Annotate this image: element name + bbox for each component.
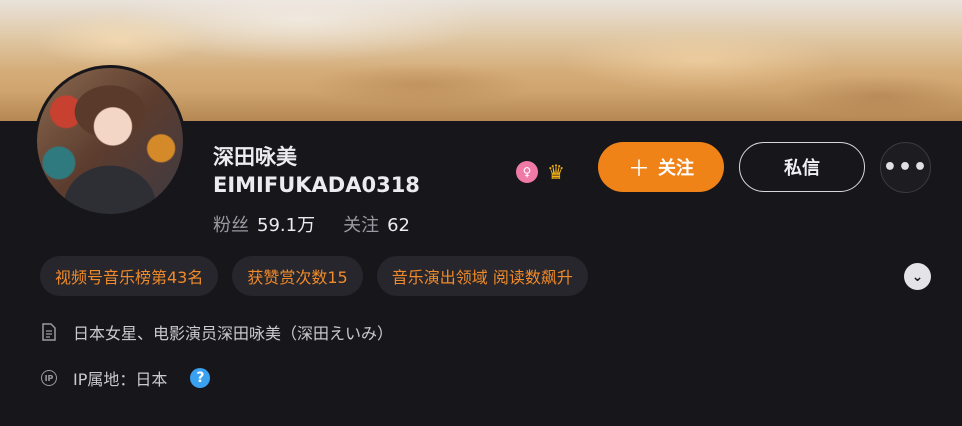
expand-chevron-icon[interactable]: ⌄ [904,263,931,290]
ip-location-text: IP属地：日本 [73,370,168,389]
fans-label: 粉丝 [213,215,249,236]
follow-button[interactable]: ＋ 关注 [598,142,724,192]
ip-location-icon: IP [40,369,58,387]
follow-label: 关注 [658,158,694,179]
profile-name: 深田咏美 EIMIFUKADA0318 [213,143,513,199]
message-label: 私信 [784,158,820,179]
more-button[interactable]: ••• [880,142,931,193]
help-question-icon[interactable]: ? [190,368,211,388]
more-dots-icon: ••• [882,155,929,180]
crown-badge-icon[interactable]: ♛ [545,160,567,184]
tag-reads-soaring[interactable]: 音乐演出领域 阅读数飙升 [376,256,588,296]
profile-name-line2: EIMIFUKADA0318 [213,173,420,197]
tag-appreciation-count[interactable]: 获赞赏次数15 [232,256,363,296]
profile-stats: 粉丝 59.1万 关注 62 [213,214,410,238]
following-count[interactable]: 62 [387,215,410,236]
document-icon [40,323,58,341]
tag-music-rank[interactable]: 视频号音乐榜第43名 [40,256,219,296]
bio-text: 日本女星、电影演员深田咏美（深田えいみ） [73,324,394,343]
plus-icon: ＋ [627,157,650,182]
bio-row: 日本女星、电影演员深田咏美（深田えいみ） [40,320,393,344]
following-label: 关注 [343,215,380,236]
profile-name-line1: 深田咏美 [213,145,297,169]
message-button[interactable]: 私信 [739,142,865,192]
pink-female-badge-icon[interactable]: ♀ [516,161,538,183]
achievement-tags: 视频号音乐榜第43名 获赞赏次数15 音乐演出领域 阅读数飙升 [40,256,588,296]
ip-row: IP IP属地：日本 ? [40,366,211,390]
fans-count[interactable]: 59.1万 [257,215,315,236]
avatar[interactable] [34,65,186,217]
